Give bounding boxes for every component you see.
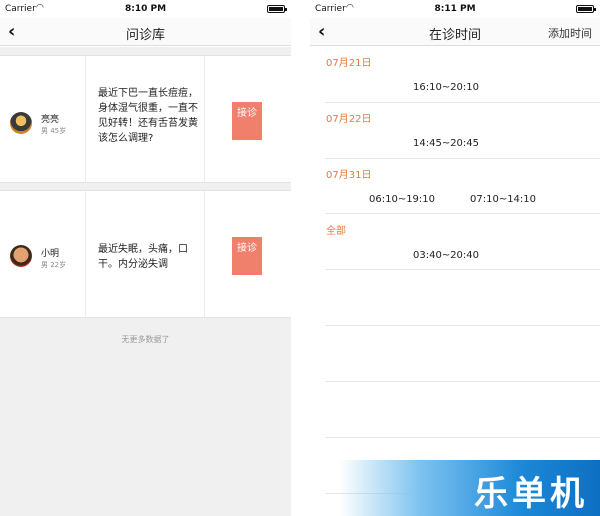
divider (325, 213, 600, 214)
left-screen: Carrier ◠ 8:10 PM ‹ 问诊库 亮亮 男 45岁 最近下巴一直长… (0, 0, 291, 516)
battery-icon (576, 5, 596, 13)
complaint-column: 最近失眠，头痛，口干。内分泌失调 (86, 191, 205, 317)
time-slot[interactable]: 14:45~20:45 (413, 138, 479, 149)
action-column: 接诊 (205, 191, 291, 317)
battery-icon (267, 5, 287, 13)
navigation-bar: ‹ 在诊时间 添加时间 (310, 18, 600, 46)
status-bar: Carrier ◠ 8:10 PM (0, 0, 291, 18)
patient-name: 亮亮 (41, 115, 60, 125)
divider (325, 325, 600, 326)
day-label: 07月31日 (326, 170, 372, 181)
consultation-card[interactable]: 小明 男 22岁 最近失眠，头痛，口干。内分泌失调 接诊 (0, 190, 291, 318)
watermark-banner: 乐单机 (340, 460, 600, 516)
no-more-data-label: 无更多数据了 (121, 335, 170, 344)
avatar (10, 245, 32, 267)
time-slot[interactable]: 07:10~14:10 (470, 194, 536, 205)
accept-button[interactable]: 接诊 (232, 237, 262, 275)
complaint-column: 最近下巴一直长痘痘，身体湿气很重，一直不见好转！还有舌苔发黄该怎么调理? (86, 56, 205, 182)
status-time: 8:11 PM (434, 4, 476, 14)
right-screen: Carrier ◠ 8:11 PM ‹ 在诊时间 添加时间 07月21日 16:… (310, 0, 600, 516)
divider (325, 269, 600, 270)
complaint-text: 最近下巴一直长痘痘，身体湿气很重，一直不见好转！还有舌苔发黄该怎么调理? (98, 88, 198, 144)
divider (325, 102, 600, 103)
consultation-list: 亮亮 男 45岁 最近下巴一直长痘痘，身体湿气很重，一直不见好转！还有舌苔发黄该… (0, 47, 291, 516)
patient-info: 亮亮 男 45岁 (0, 56, 86, 182)
divider (325, 158, 600, 159)
action-column: 接诊 (205, 56, 291, 182)
page-title: 问诊库 (125, 28, 165, 43)
navigation-bar: ‹ 问诊库 (0, 18, 291, 46)
patient-meta: 男 45岁 (41, 127, 67, 135)
accept-button[interactable]: 接诊 (232, 102, 262, 140)
avatar (10, 112, 32, 134)
screen-divider (291, 0, 310, 516)
status-bar: Carrier ◠ 8:11 PM (310, 0, 600, 18)
consultation-card[interactable]: 亮亮 男 45岁 最近下巴一直长痘痘，身体湿气很重，一直不见好转！还有舌苔发黄该… (0, 55, 291, 183)
status-time: 8:10 PM (124, 4, 167, 14)
divider (325, 437, 600, 438)
schedule-list: 07月21日 16:10~20:10 07月22日 14:45~20:45 07… (310, 47, 600, 516)
add-time-button[interactable]: 添加时间 (548, 25, 592, 41)
patient-name: 小明 (41, 249, 60, 259)
day-label: 07月21日 (326, 58, 372, 69)
patient-info: 小明 男 22岁 (0, 191, 86, 317)
time-slot[interactable]: 03:40~20:40 (413, 250, 479, 261)
time-slot[interactable]: 16:10~20:10 (413, 82, 479, 93)
time-slot[interactable]: 06:10~19:10 (369, 194, 435, 205)
divider (325, 381, 600, 382)
day-label: 全部 (326, 226, 346, 237)
complaint-text: 最近失眠，头痛，口干。内分泌失调 (98, 244, 188, 270)
watermark-text: 乐单机 (474, 474, 588, 514)
patient-meta: 男 22岁 (41, 261, 67, 269)
day-label: 07月22日 (326, 114, 372, 125)
